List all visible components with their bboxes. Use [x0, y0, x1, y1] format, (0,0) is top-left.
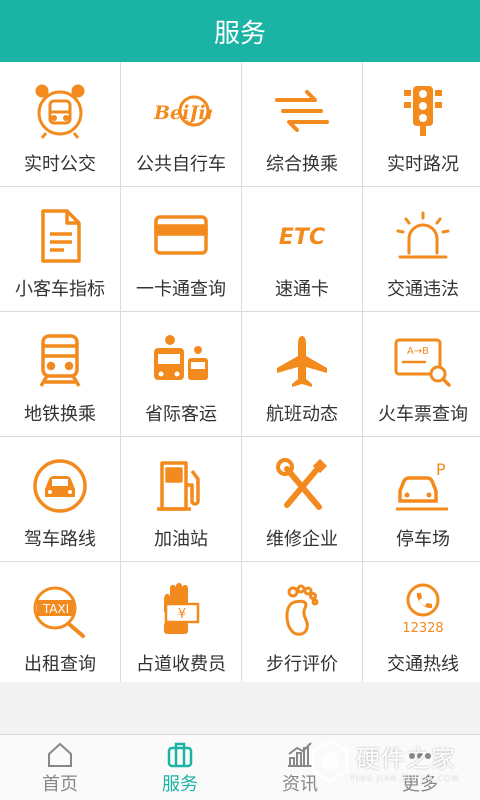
card-icon: [154, 215, 208, 255]
svg-text:BeiJing: BeiJing: [153, 102, 212, 124]
service-etc-card[interactable]: ETC 速通卡: [242, 187, 362, 311]
document-icon: [41, 209, 81, 263]
svg-text:12328: 12328: [402, 621, 443, 636]
service-subway-transfer[interactable]: 地铁换乘: [0, 312, 120, 436]
etc-icon: ETC: [279, 225, 325, 250]
transfer-arrows-icon: [275, 90, 329, 132]
service-walking-rating[interactable]: 步行评价: [242, 562, 362, 686]
briefcase-icon: [167, 742, 193, 767]
tab-label: 首页: [42, 773, 78, 795]
service-repair-shops[interactable]: 维修企业: [242, 437, 362, 561]
tab-services[interactable]: 服务: [120, 735, 240, 800]
service-label: 公共自行车: [136, 154, 226, 175]
airplane-icon: [277, 336, 327, 387]
gas-station-icon: [157, 461, 200, 511]
service-label: 一卡通查询: [136, 279, 226, 300]
service-label: 停车场: [396, 529, 450, 550]
traffic-light-icon: [404, 86, 442, 136]
service-transfer[interactable]: 综合换乘: [242, 62, 362, 186]
service-label: 小客车指标: [15, 279, 105, 300]
tools-icon: [276, 458, 328, 510]
svg-text:P: P: [436, 460, 446, 479]
service-label: 交通热线: [387, 654, 459, 675]
car-circle-icon: [33, 459, 87, 513]
service-label: 出租查询: [24, 654, 96, 675]
service-label: 实时公交: [24, 154, 96, 175]
hotline-icon: 12328: [402, 583, 444, 636]
service-label: 实时路况: [387, 154, 459, 175]
service-traffic-violation[interactable]: 交通违法: [363, 187, 480, 311]
watermark-text: 硬件之家: [356, 745, 456, 773]
taxi-search-icon: TAXI: [33, 586, 85, 638]
watermark-text-group: 硬件之家 YING JIAN ZHI JIA.COM: [350, 739, 459, 783]
service-flight-status[interactable]: 航班动态: [242, 312, 362, 436]
service-label: 速通卡: [275, 279, 329, 300]
coach-bus-icon: [154, 335, 208, 380]
svg-text:TAXI: TAXI: [42, 602, 69, 616]
svg-text:ETC: ETC: [279, 225, 325, 250]
service-label: 驾车路线: [24, 529, 96, 550]
home-icon: [48, 742, 72, 767]
watermark: 硬件之家 YING JIAN ZHI JIA.COM: [310, 736, 468, 786]
toll-collector-icon: ¥: [164, 583, 200, 634]
service-public-bike[interactable]: BeiJing 公共自行车: [121, 62, 241, 186]
watermark-subtext: YING JIAN ZHI JIA.COM: [350, 774, 460, 783]
service-parking[interactable]: P 停车场: [363, 437, 480, 561]
page-title: 服务: [213, 18, 266, 49]
service-gas-station[interactable]: 加油站: [121, 437, 241, 561]
service-label: 占道收费员: [136, 654, 226, 675]
alarm-bus-icon: [35, 84, 85, 139]
svg-text:¥: ¥: [178, 607, 186, 622]
subway-icon: [39, 334, 81, 387]
service-driving-route[interactable]: 驾车路线: [0, 437, 120, 561]
svg-text:A→B: A→B: [407, 346, 429, 357]
service-label: 维修企业: [266, 529, 338, 550]
siren-icon: [396, 211, 450, 259]
service-label: 综合换乘: [266, 154, 338, 175]
app-header: 服务: [0, 0, 480, 62]
service-label: 省际客运: [145, 404, 217, 425]
service-traffic-hotline[interactable]: 12328 交通热线: [363, 562, 480, 686]
tab-label: 服务: [162, 773, 198, 795]
beijing-bike-icon: BeiJing: [153, 95, 212, 127]
service-grid: 实时公交 BeiJing 公共自行车 综合换乘 实时路况 小客车指标: [0, 62, 480, 686]
service-train-ticket[interactable]: A→B 火车票查询: [363, 312, 480, 436]
ticket-search-icon: A→B: [394, 338, 451, 387]
tab-home[interactable]: 首页: [0, 735, 120, 800]
service-car-quota[interactable]: 小客车指标: [0, 187, 120, 311]
service-taxi-query[interactable]: TAXI 出租查询: [0, 562, 120, 686]
service-label: 加油站: [154, 529, 208, 550]
parking-car-icon: P: [396, 460, 448, 511]
service-toll-collector[interactable]: ¥ 占道收费员: [121, 562, 241, 686]
service-intercity-bus[interactable]: 省际客运: [121, 312, 241, 436]
service-label: 步行评价: [266, 654, 338, 675]
watermark-logo-icon: [311, 739, 349, 783]
service-label: 航班动态: [266, 404, 338, 425]
service-realtime-bus[interactable]: 实时公交: [0, 62, 120, 186]
footprint-icon: [285, 584, 319, 636]
service-label: 地铁换乘: [24, 404, 96, 425]
service-card-query[interactable]: 一卡通查询: [121, 187, 241, 311]
content-spacer: [0, 682, 480, 734]
service-label: 火车票查询: [378, 404, 468, 425]
service-label: 交通违法: [387, 279, 459, 300]
service-traffic-conditions[interactable]: 实时路况: [363, 62, 480, 186]
